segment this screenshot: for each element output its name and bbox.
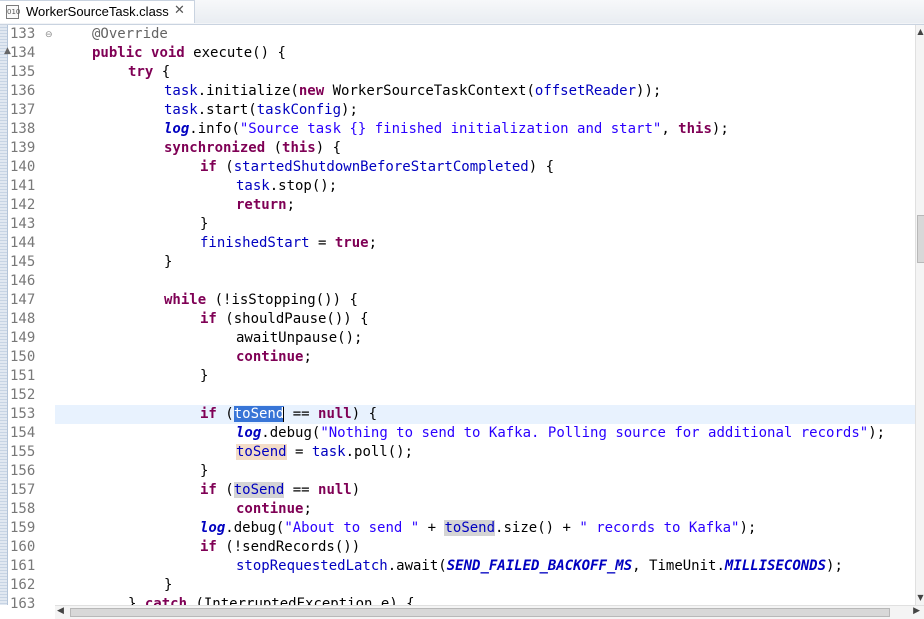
code-line: task.stop(); (236, 178, 338, 194)
vertical-scroll-thumb[interactable] (917, 215, 924, 263)
line-number: 160 (10, 539, 36, 555)
code-line-current: if (toSend == null) { (200, 406, 378, 422)
code-line: public void execute() { (92, 45, 286, 61)
code-line: try { (128, 64, 171, 80)
code-line: awaitUnpause(); (236, 330, 363, 346)
code-line: return; (236, 197, 296, 213)
code-line: } (200, 368, 209, 384)
line-number: 157 (10, 482, 36, 498)
line-number: 133 (10, 26, 36, 42)
vertical-scrollbar[interactable]: ▲ ▼ (915, 25, 924, 605)
line-number: 147 (10, 292, 36, 308)
class-file-icon: 010 (6, 5, 20, 19)
line-number: 135 (10, 64, 36, 80)
tab-workersourcetask[interactable]: 010 WorkerSourceTask.class ✕ (0, 0, 195, 23)
code-line: stopRequestedLatch.await(SEND_FAILED_BAC… (236, 558, 843, 574)
scroll-down-icon[interactable]: ▼ (916, 593, 924, 602)
line-number: 153 (10, 406, 36, 422)
line-number: 155 (10, 444, 36, 460)
override-marker-icon: ▲ (4, 46, 11, 56)
code-line: if (toSend == null) (200, 482, 361, 498)
line-number: 156 (10, 463, 36, 479)
line-number: 138 (10, 121, 36, 137)
editor-tab-bar: 010 WorkerSourceTask.class ✕ (0, 0, 924, 25)
code-line: task.start(taskConfig); (164, 102, 358, 118)
code-line: synchronized (this) { (164, 140, 342, 156)
fold-collapse-icon[interactable]: ⊖ (45, 30, 53, 40)
tab-bar-background (195, 0, 924, 23)
line-number: 158 (10, 501, 36, 517)
line-number: 152 (10, 387, 36, 403)
line-number: 144 (10, 235, 36, 251)
code-line: finishedStart = true; (200, 235, 378, 251)
line-number: 150 (10, 349, 36, 365)
line-number: 137 (10, 102, 36, 118)
horizontal-scroll-thumb[interactable] (70, 608, 890, 617)
code-line: continue; (236, 349, 312, 365)
code-editor[interactable]: 133 134 135 136 137 138 139 140 141 142 143 144 145 1… (0, 25, 924, 619)
code-line: continue; (236, 501, 312, 517)
line-number: 140 (10, 159, 36, 175)
code-area[interactable]: @Override public void execute() { try { … (55, 25, 915, 605)
line-number: 136 (10, 83, 36, 99)
code-line: } catch (InterruptedException e) { (128, 596, 415, 605)
line-number: 162 (10, 577, 36, 593)
code-line: log.debug("About to send " + toSend.size… (200, 520, 757, 536)
line-number: 161 (10, 558, 36, 574)
scroll-left-icon[interactable]: ◀ (57, 606, 64, 616)
line-number: 148 (10, 311, 36, 327)
line-number: 163 (10, 596, 36, 612)
tab-title: WorkerSourceTask.class (26, 4, 169, 19)
line-number: 143 (10, 216, 36, 232)
code-line: log.info("Source task {} finished initia… (164, 121, 729, 137)
horizontal-scrollbar[interactable]: ◀ ▶ (55, 605, 924, 619)
line-number: 151 (10, 368, 36, 384)
line-number: 149 (10, 330, 36, 346)
code-line: log.debug("Nothing to send to Kafka. Pol… (236, 425, 886, 441)
overview-ruler (0, 25, 8, 605)
code-line: @Override (92, 26, 168, 42)
line-number: 145 (10, 254, 36, 270)
close-icon[interactable]: ✕ (174, 3, 185, 18)
scroll-right-icon[interactable]: ▶ (913, 606, 920, 616)
code-line: while (!isStopping()) { (164, 292, 358, 308)
line-number: 159 (10, 520, 36, 536)
code-line: toSend = task.poll(); (236, 444, 414, 460)
code-line: if (!sendRecords()) (200, 539, 361, 555)
code-line: } (164, 577, 173, 593)
line-number: 146 (10, 273, 36, 289)
line-number: 141 (10, 178, 36, 194)
line-number: 134 (10, 45, 36, 61)
line-number: 154 (10, 425, 36, 441)
code-line: if (startedShutdownBeforeStartCompleted)… (200, 159, 555, 175)
code-line: if (shouldPause()) { (200, 311, 369, 327)
code-line: } (200, 463, 209, 479)
scroll-up-icon[interactable]: ▲ (916, 27, 924, 36)
code-line: } (164, 254, 173, 270)
line-number: 139 (10, 140, 36, 156)
code-line: } (200, 216, 209, 232)
selected-text: toSend (233, 406, 285, 422)
code-line: task.initialize(new WorkerSourceTaskCont… (164, 83, 662, 99)
line-number: 142 (10, 197, 36, 213)
